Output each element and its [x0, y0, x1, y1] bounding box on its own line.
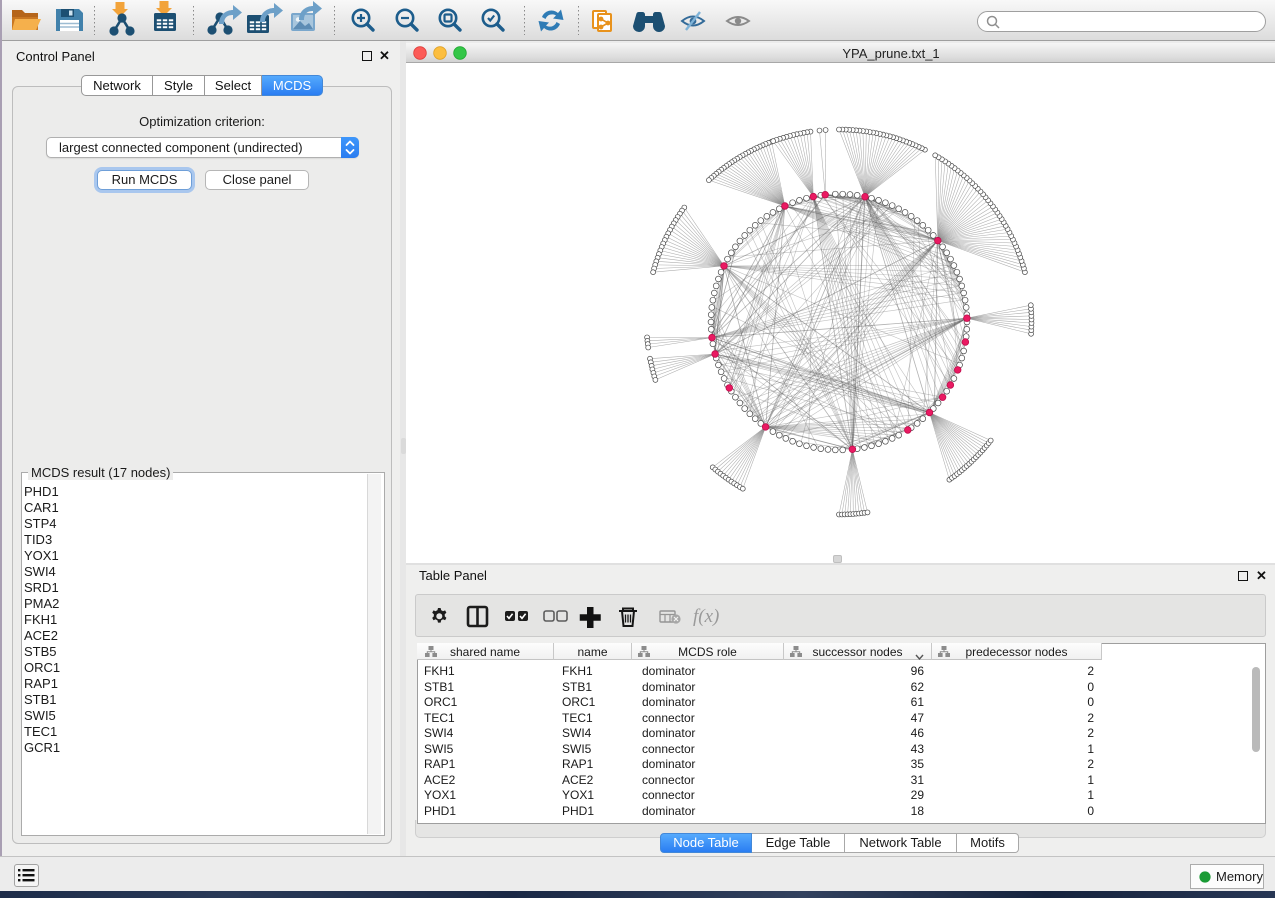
svg-text:f(x): f(x): [693, 606, 719, 627]
